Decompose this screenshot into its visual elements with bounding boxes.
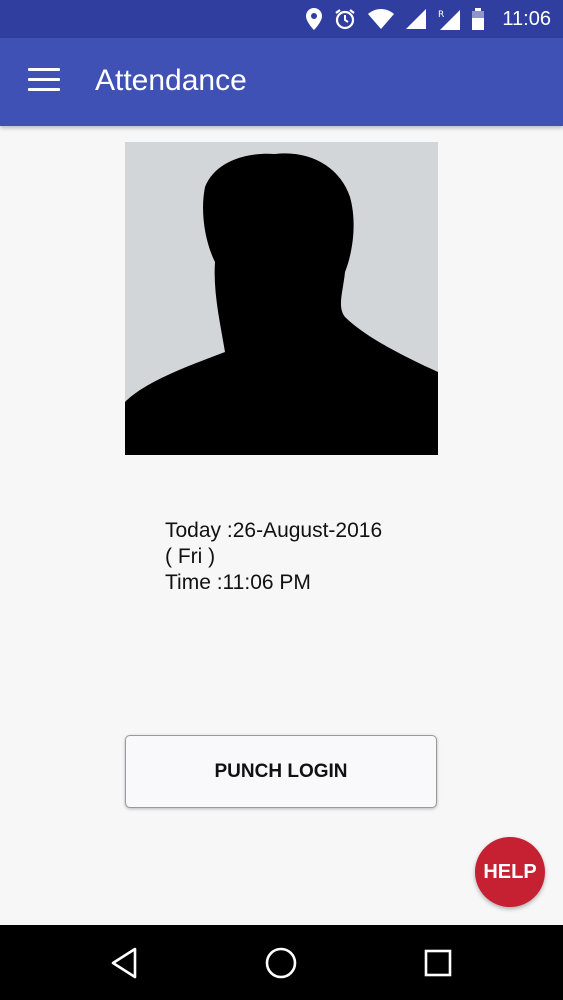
wifi-icon: [368, 9, 395, 29]
recents-icon[interactable]: [420, 945, 456, 981]
location-icon: [306, 8, 323, 30]
time-text: Time :11:06 PM: [165, 571, 311, 594]
status-bar: R 11:06: [0, 0, 563, 38]
signal-icon: [406, 9, 427, 29]
page-title: Attendance: [95, 64, 247, 97]
status-icons: R 11:06: [306, 0, 551, 38]
navigation-bar: [0, 925, 563, 1000]
alarm-icon: [335, 9, 356, 30]
back-icon[interactable]: [107, 945, 143, 981]
home-icon[interactable]: [263, 945, 299, 981]
status-time: 11:06: [502, 7, 551, 30]
attendance-info: Today :26-August-2016 ( Fri ) Time :11:0…: [165, 518, 485, 596]
roaming-signal-icon: R: [438, 10, 461, 30]
battery-icon: [472, 8, 485, 30]
profile-photo: [125, 142, 438, 455]
app-bar: Attendance: [0, 38, 563, 126]
svg-text:R: R: [438, 10, 444, 20]
help-button[interactable]: HELP: [475, 837, 545, 907]
date-text: Today :26-August-2016: [165, 519, 383, 542]
person-silhouette-icon: [125, 153, 438, 455]
hamburger-menu-icon[interactable]: [28, 68, 60, 94]
day-text: ( Fri ): [165, 545, 216, 568]
punch-login-button[interactable]: PUNCH LOGIN: [125, 735, 437, 808]
